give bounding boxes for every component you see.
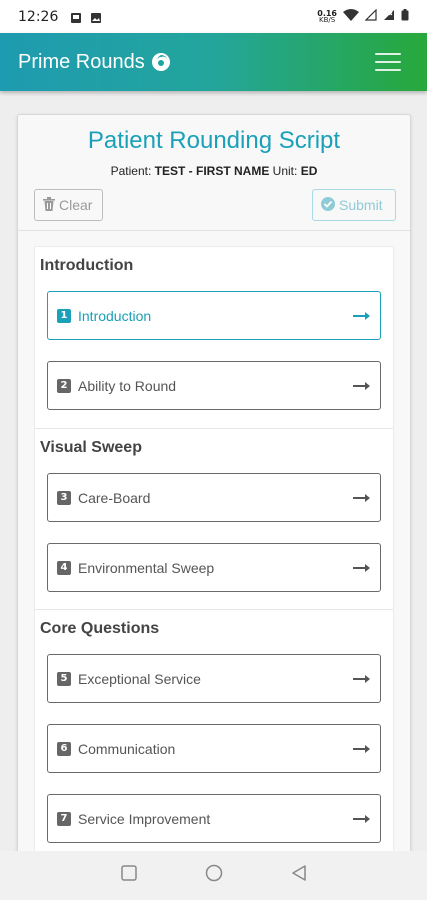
arrow-right-icon [353, 311, 371, 321]
arrow-right-icon [353, 674, 371, 684]
step-label: Environmental Sweep [78, 559, 215, 576]
submit-button[interactable]: Submit [312, 189, 396, 221]
status-time: 12:26 [18, 8, 59, 25]
trash-icon [43, 196, 59, 214]
step-label: Ability to Round [78, 377, 177, 394]
step-care-board[interactable]: 3 Care-Board [47, 473, 381, 522]
section-introduction: Introduction 1 Introduction 2 Ability to… [35, 247, 393, 428]
clear-label: Clear [59, 197, 93, 213]
network-speed: 0.16 KB/S [317, 9, 337, 24]
submit-label: Submit [339, 197, 383, 213]
unit-label: Unit: [272, 164, 298, 178]
back-button[interactable] [291, 865, 307, 886]
menu-line [375, 69, 401, 71]
step-introduction[interactable]: 1 Introduction [47, 291, 381, 340]
recent-apps-button[interactable] [120, 865, 137, 886]
app-title: Prime Rounds [18, 50, 145, 73]
notification-icon [70, 11, 82, 23]
section-title: Visual Sweep [40, 439, 142, 456]
section-title: Core Questions [40, 620, 160, 637]
rounding-card: Patient Rounding Script Patient: TEST - … [17, 114, 411, 874]
step-number: 1 [57, 308, 71, 323]
step-ability-to-round[interactable]: 2 Ability to Round [47, 361, 381, 410]
system-nav-bar [0, 851, 427, 900]
clear-button[interactable]: Clear [34, 189, 103, 221]
step-label: Exceptional Service [78, 670, 201, 687]
signal-no-service-icon [383, 8, 395, 26]
patient-info: Patient: TEST - FIRST NAME Unit: ED [18, 164, 410, 178]
page-title: Patient Rounding Script [87, 127, 341, 154]
arrow-right-icon [353, 744, 371, 754]
arrow-right-icon [353, 493, 371, 503]
wifi-icon [343, 8, 359, 26]
section-title: Introduction [40, 257, 134, 274]
arrow-right-icon [353, 814, 371, 824]
step-service-improvement[interactable]: 7 Service Improvement [47, 794, 381, 843]
network-speed-unit: KB/S [319, 15, 336, 24]
step-environmental-sweep[interactable]: 4 Environmental Sweep [47, 543, 381, 592]
app-bar: Prime Rounds [0, 33, 427, 91]
step-label: Service Improvement [78, 810, 211, 827]
arrow-right-icon [353, 381, 371, 391]
step-number: 4 [57, 560, 71, 575]
check-circle-icon [321, 196, 339, 214]
unit-value: ED [300, 164, 318, 178]
section-visual-sweep: Visual Sweep 3 Care-Board 4 Environmenta… [35, 428, 393, 609]
script-list: Introduction 1 Introduction 2 Ability to… [34, 246, 394, 873]
hamburger-menu-button[interactable] [367, 44, 409, 80]
arrow-right-icon [353, 563, 371, 573]
signal-icon [364, 8, 377, 26]
status-bar: 12:26 0.16 KB/S [0, 0, 427, 33]
step-number: 3 [57, 490, 71, 505]
section-core-questions: Core Questions 5 Exceptional Service 6 C… [35, 609, 393, 843]
step-label: Introduction [78, 307, 152, 324]
step-label: Communication [78, 740, 176, 757]
step-number: 2 [57, 378, 71, 393]
patient-label: Patient: [110, 164, 152, 178]
step-communication[interactable]: 6 Communication [47, 724, 381, 773]
menu-line [375, 61, 401, 63]
battery-icon [401, 8, 409, 26]
image-icon [90, 11, 102, 23]
card-header: Patient Rounding Script Patient: TEST - … [18, 115, 410, 231]
swirl-logo-icon [151, 52, 171, 72]
step-exceptional-service[interactable]: 5 Exceptional Service [47, 654, 381, 703]
step-number: 7 [57, 811, 71, 826]
step-number: 6 [57, 741, 71, 756]
step-label: Care-Board [78, 489, 151, 506]
home-button[interactable] [205, 864, 223, 887]
menu-line [375, 53, 401, 55]
patient-name: TEST - FIRST NAME [154, 164, 270, 178]
step-number: 5 [57, 671, 71, 686]
